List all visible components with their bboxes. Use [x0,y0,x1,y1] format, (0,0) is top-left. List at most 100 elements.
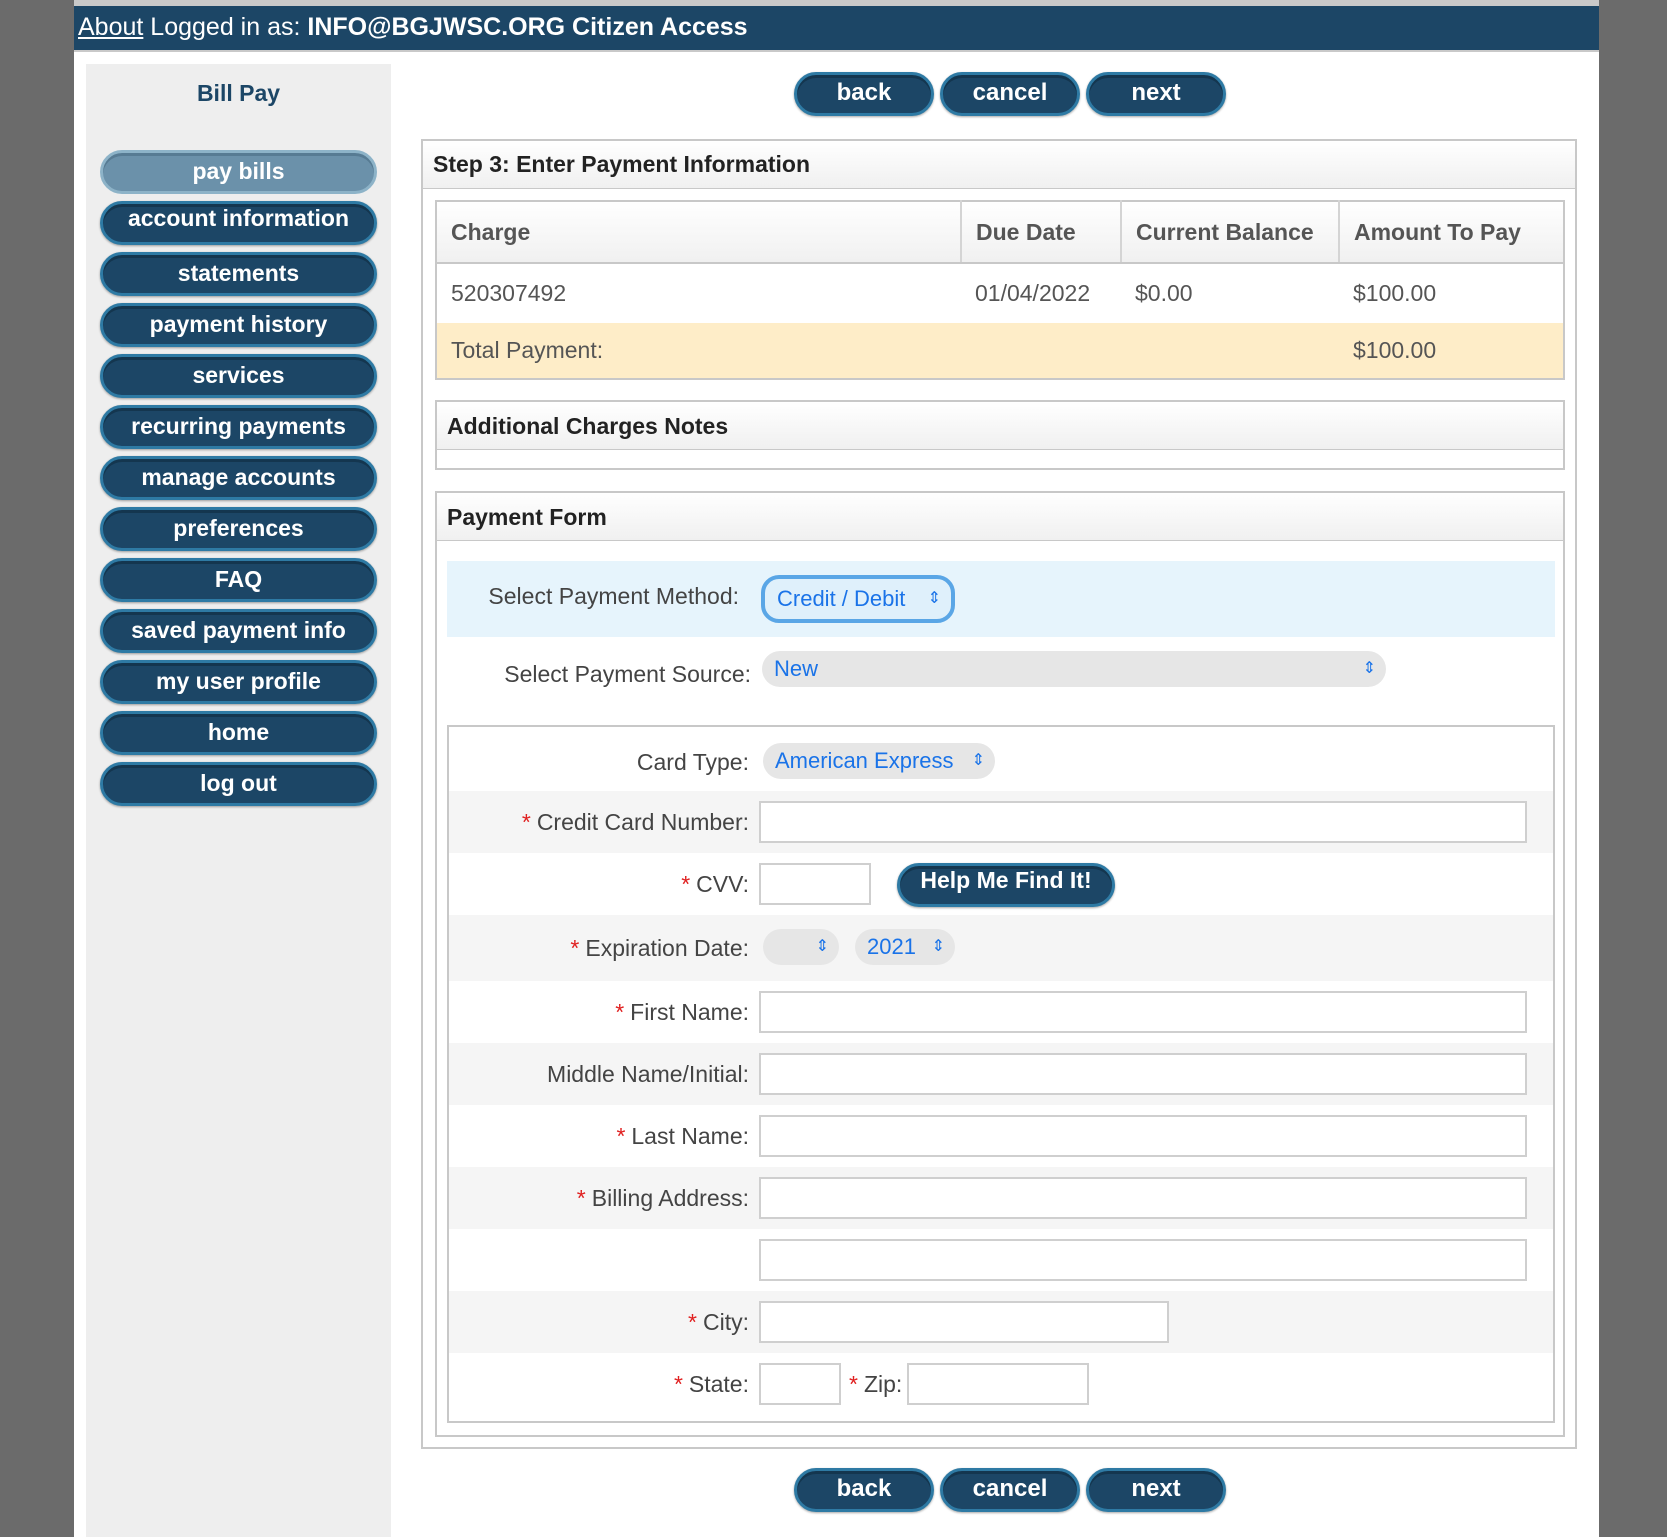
nav-statements[interactable]: statements [100,252,377,296]
cancel-button-bottom[interactable]: cancel [940,1468,1080,1512]
current-balance: $0.00 [1135,280,1193,306]
city-label: City: [703,1309,749,1335]
required-marker: * [615,999,625,1025]
cancel-button-top[interactable]: cancel [940,72,1080,116]
billing-address-line2-input[interactable] [759,1239,1527,1281]
first-name-label: First Name: [630,999,749,1025]
nav-faq[interactable]: FAQ [100,558,377,602]
step-panel: Step 3: Enter Payment Information Charge… [421,139,1577,1449]
logged-in-prefix: Logged in as: [150,13,301,41]
expiration-label: Expiration Date: [585,935,749,961]
required-marker: * [849,1371,858,1397]
charge-id: 520307492 [451,280,567,306]
nav-log-out[interactable]: log out [100,762,377,806]
city-input[interactable] [759,1301,1169,1343]
payment-method-label: Select Payment Method: [488,583,739,609]
city-row: * City: [449,1291,1553,1353]
header-due-date: Due Date [961,201,1122,264]
middle-name-label: Middle Name/Initial: [547,1061,749,1087]
header-charge: Charge [436,201,962,264]
step-title: Step 3: Enter Payment Information [423,141,1575,189]
card-type-label: Card Type: [636,749,749,775]
state-input[interactable] [759,1363,841,1405]
card-type-select[interactable]: American Express ⇕ [763,743,995,779]
updown-chevron-icon: ⇕ [1362,660,1376,677]
updown-chevron-icon: ⇕ [931,938,945,955]
nav-manage-accounts[interactable]: manage accounts [100,456,377,500]
header-current-balance: Current Balance [1121,201,1340,264]
nav-saved-payment-info[interactable]: saved payment info [100,609,377,653]
state-label: State: [688,1371,749,1397]
billing-address-line2-row [449,1229,1553,1291]
table-row: 520307492 01/04/2022 $0.00 $100.00 [436,263,1564,323]
payment-method-select[interactable]: Credit / Debit ⇕ [761,575,955,623]
total-value: $100.00 [1339,323,1564,379]
expiration-year-value: 2021 [867,934,916,959]
sidebar: Bill Pay pay bills account information s… [86,64,391,1537]
help-me-find-it-button[interactable]: Help Me Find It! [897,863,1115,907]
billing-address-row: * Billing Address: [449,1167,1553,1229]
expiration-month-select[interactable]: ⇕ [763,929,839,965]
due-date: 01/04/2022 [975,280,1091,306]
expiration-label-wrap: * Expiration Date: [570,935,749,962]
cvv-label-wrap: * CVV: [681,871,749,898]
updown-chevron-icon: ⇕ [927,590,941,607]
last-name-label: Last Name: [631,1123,749,1149]
nav-my-user-profile[interactable]: my user profile [100,660,377,704]
nav-pay-bills[interactable]: pay bills [100,150,377,194]
last-name-row: * Last Name: [449,1105,1553,1167]
header-amount-to-pay: Amount To Pay [1339,201,1564,264]
app-name: Citizen Access [572,13,748,41]
required-marker: * [688,1309,697,1335]
back-button-bottom[interactable]: back [794,1468,934,1512]
cvv-row: * CVV: Help Me Find It! [449,853,1553,915]
required-marker: * [681,871,691,897]
next-button-top[interactable]: next [1086,72,1226,116]
payment-form: Payment Form Select Payment Method: Cred… [435,491,1565,1437]
nav-preferences[interactable]: preferences [100,507,377,551]
card-number-input[interactable] [759,801,1527,843]
back-button-top[interactable]: back [794,72,934,116]
about-link[interactable]: About [78,13,143,41]
card-number-row: * Credit Card Number: [449,791,1553,853]
billing-address-line1-input[interactable] [759,1177,1527,1219]
logged-in-user: INFO@BGJWSC.ORG [307,13,566,41]
card-details-box: Card Type: American Express ⇕ * Credit Ca… [447,725,1555,1423]
payment-method-value: Credit / Debit [777,586,906,611]
first-name-row: * First Name: [449,981,1553,1043]
nav-home[interactable]: home [100,711,377,755]
nav-services[interactable]: services [100,354,377,398]
billing-address-label-wrap: * Billing Address: [577,1185,749,1212]
expiration-year-select[interactable]: 2021 ⇕ [855,929,955,965]
expiration-row: * Expiration Date: ⇕ 2021 ⇕ [449,915,1553,981]
card-number-label: Credit Card Number: [536,809,749,835]
top-bar: About Logged in as: INFO@BGJWSC.ORG Citi… [74,0,1599,52]
zip-label-wrap: * Zip: [849,1371,902,1398]
total-row: Total Payment: $100.00 [436,323,1564,379]
next-button-bottom[interactable]: next [1086,1468,1226,1512]
required-marker: * [616,1123,626,1149]
updown-chevron-icon: ⇕ [815,938,829,955]
nav-payment-history[interactable]: payment history [100,303,377,347]
required-marker: * [673,1371,683,1397]
amount-to-pay: $100.00 [1353,280,1437,306]
state-label-wrap: * State: [674,1371,749,1398]
zip-input[interactable] [907,1363,1089,1405]
last-name-input[interactable] [759,1115,1527,1157]
card-type-row: Card Type: American Express ⇕ [449,729,1553,791]
required-marker: * [521,809,531,835]
first-name-input[interactable] [759,991,1527,1033]
updown-chevron-icon: ⇕ [971,752,985,769]
required-marker: * [570,935,580,961]
total-label: Total Payment: [436,323,1339,379]
payment-method-row: Select Payment Method: Credit / Debit ⇕ [447,561,1555,637]
card-number-label-wrap: * Credit Card Number: [522,809,749,836]
payment-form-title: Payment Form [437,493,1563,541]
middle-name-input[interactable] [759,1053,1527,1095]
cvv-input[interactable] [759,863,871,905]
nav-recurring-payments[interactable]: recurring payments [100,405,377,449]
nav-account-information[interactable]: account information [100,201,377,245]
payment-source-select[interactable]: New ⇕ [762,651,1386,687]
zip-label: Zip: [863,1371,903,1397]
payment-source-label: Select Payment Source: [504,661,751,687]
